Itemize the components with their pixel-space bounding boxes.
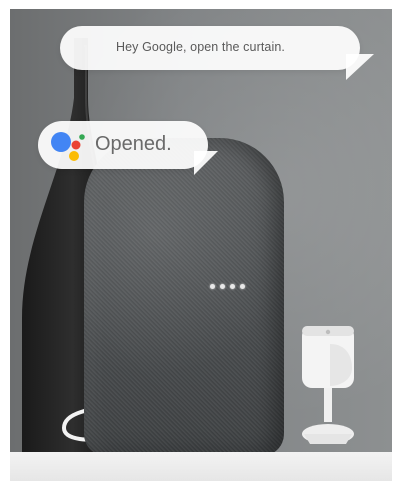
smart-speaker (84, 138, 284, 456)
google-assistant-icon (51, 132, 85, 161)
shelf-surface (10, 452, 392, 481)
led-dot (240, 284, 245, 289)
led-dot (220, 284, 225, 289)
led-dot (230, 284, 235, 289)
led-dot (210, 284, 215, 289)
user-message-text: Hey Google, open the curtain. (116, 40, 285, 54)
bubble-tail (194, 151, 218, 175)
motion-sensor (302, 326, 354, 444)
user-speech-bubble: Hey Google, open the curtain. (60, 26, 374, 80)
assistant-speech-bubble: Opened. (38, 121, 218, 175)
speaker-led-dots (210, 284, 245, 289)
assistant-reply-text: Opened. (95, 133, 172, 155)
bubble-tail (346, 54, 374, 80)
product-photo-scene: Hey Google, open the curtain. Opened. (0, 0, 394, 481)
